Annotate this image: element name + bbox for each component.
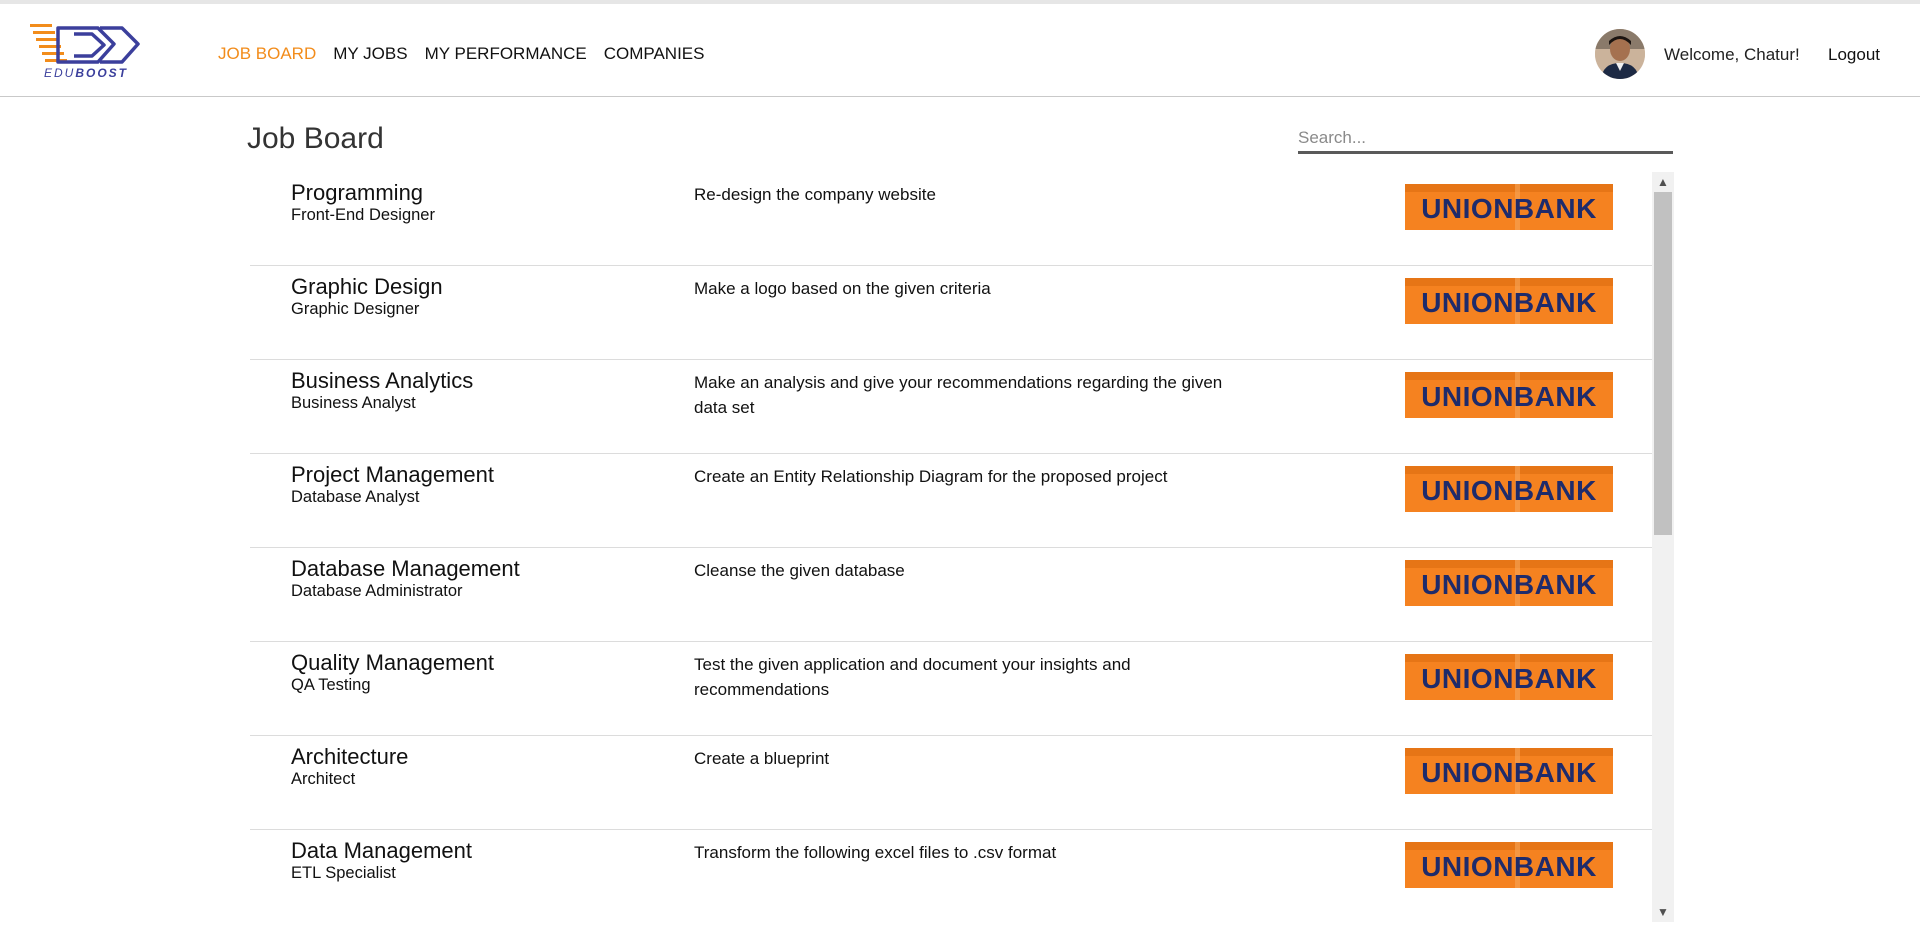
nav-my-jobs[interactable]: MY JOBS: [333, 44, 407, 64]
job-category: Data Management: [291, 838, 472, 863]
job-category: Business Analytics: [291, 368, 474, 393]
logo-wordmark: EDUBOOST: [44, 66, 129, 80]
job-row[interactable]: Project Management Database Analyst Crea…: [250, 454, 1652, 548]
job-description: Make an analysis and give your recommend…: [694, 373, 1223, 417]
job-description: Make a logo based on the given criteria: [694, 279, 991, 298]
job-row[interactable]: Database Management Database Administrat…: [250, 548, 1652, 642]
job-description: Transform the following excel files to .…: [694, 843, 1057, 862]
job-role: Database Analyst: [291, 488, 420, 506]
job-list-scrollbar[interactable]: ▲ ▼: [1652, 172, 1674, 922]
job-list-container: Programming Front-End Designer Re-design…: [250, 172, 1674, 922]
job-description: Re-design the company website: [694, 185, 936, 204]
nav-my-performance[interactable]: MY PERFORMANCE: [425, 44, 587, 64]
job-row[interactable]: Graphic Design Graphic Designer Make a l…: [250, 266, 1652, 360]
company-logo[interactable]: UNIONBANK: [1405, 842, 1613, 888]
svg-text:UNIONBANK: UNIONBANK: [1421, 569, 1597, 600]
job-category: Programming: [291, 180, 424, 205]
job-description: Create an Entity Relationship Diagram fo…: [694, 467, 1168, 486]
job-role: Database Administrator: [291, 582, 463, 600]
job-role: Graphic Designer: [291, 300, 420, 318]
company-logo[interactable]: UNIONBANK: [1405, 184, 1613, 230]
job-description: Test the given application and document …: [694, 655, 1131, 699]
user-avatar[interactable]: [1595, 29, 1645, 79]
svg-text:UNIONBANK: UNIONBANK: [1421, 287, 1597, 318]
job-category: Quality Management: [291, 650, 494, 675]
job-row[interactable]: Architecture Architect Create a blueprin…: [250, 736, 1652, 830]
job-description: Create a blueprint: [694, 749, 830, 768]
job-row[interactable]: Quality Management QA Testing Test the g…: [250, 642, 1652, 736]
logout-link[interactable]: Logout: [1828, 45, 1880, 65]
main-nav: JOB BOARD MY JOBS MY PERFORMANCE COMPANI…: [218, 44, 705, 64]
avatar-photo-icon: [1595, 29, 1645, 79]
welcome-text: Welcome, Chatur!: [1664, 45, 1800, 64]
job-category: Project Management: [291, 462, 494, 487]
svg-text:UNIONBANK: UNIONBANK: [1421, 475, 1597, 506]
job-role: QA Testing: [291, 676, 371, 694]
company-logo[interactable]: UNIONBANK: [1405, 466, 1613, 512]
scroll-up-arrow-icon[interactable]: ▲: [1652, 172, 1674, 192]
company-logo[interactable]: UNIONBANK: [1405, 560, 1613, 606]
nav-companies[interactable]: COMPANIES: [604, 44, 705, 64]
nav-job-board[interactable]: JOB BOARD: [218, 44, 316, 64]
svg-text:UNIONBANK: UNIONBANK: [1421, 663, 1597, 694]
search-input[interactable]: [1298, 124, 1673, 154]
job-category: Graphic Design: [291, 274, 443, 299]
job-row[interactable]: Data Management ETL Specialist Transform…: [250, 830, 1652, 922]
company-logo[interactable]: UNIONBANK: [1405, 372, 1613, 418]
scroll-down-arrow-icon[interactable]: ▼: [1652, 902, 1674, 922]
job-role: ETL Specialist: [291, 864, 396, 882]
job-category: Architecture: [291, 744, 409, 769]
job-role: Architect: [291, 770, 356, 788]
svg-text:UNIONBANK: UNIONBANK: [1421, 381, 1597, 412]
company-logo[interactable]: UNIONBANK: [1405, 748, 1613, 794]
job-row[interactable]: Business Analytics Business Analyst Make…: [250, 360, 1652, 454]
top-navbar: EDUBOOST JOB BOARD MY JOBS MY PERFORMANC…: [0, 4, 1920, 97]
job-role: Business Analyst: [291, 394, 416, 412]
job-category: Database Management: [291, 556, 520, 581]
job-row[interactable]: Programming Front-End Designer Re-design…: [250, 172, 1652, 266]
svg-text:UNIONBANK: UNIONBANK: [1421, 851, 1597, 882]
company-logo[interactable]: UNIONBANK: [1405, 278, 1613, 324]
svg-text:UNIONBANK: UNIONBANK: [1421, 757, 1597, 788]
job-list: Programming Front-End Designer Re-design…: [250, 172, 1652, 922]
svg-text:UNIONBANK: UNIONBANK: [1421, 193, 1597, 224]
job-description: Cleanse the given database: [694, 561, 905, 580]
job-role: Front-End Designer: [291, 206, 435, 224]
scroll-thumb[interactable]: [1654, 192, 1672, 535]
company-logo[interactable]: UNIONBANK: [1405, 654, 1613, 700]
page-title: Job Board: [247, 122, 384, 155]
